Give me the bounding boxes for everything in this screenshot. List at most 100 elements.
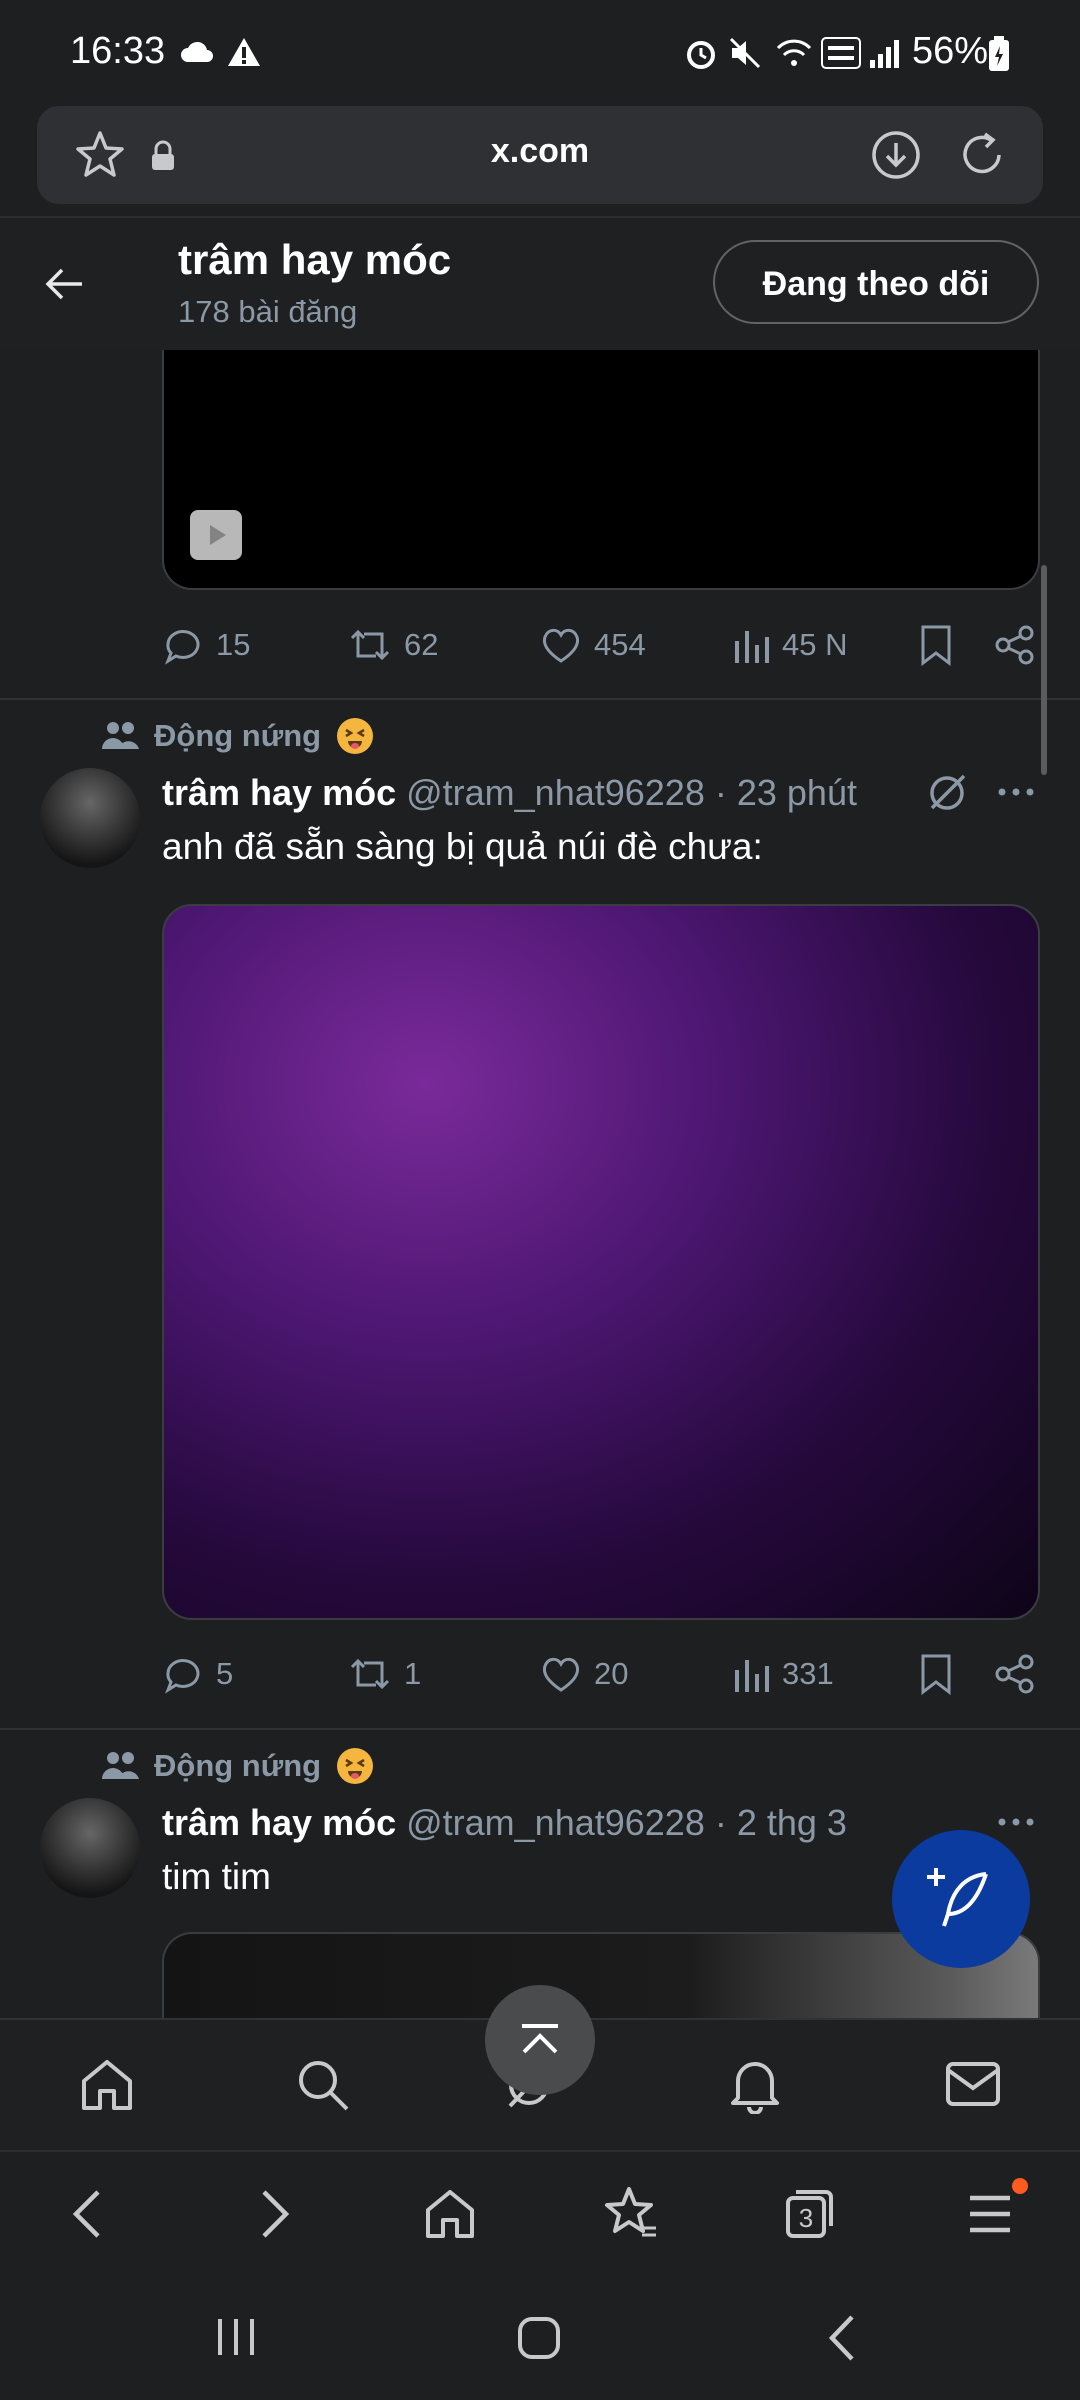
post-actions: 5 1 20 331 [162, 1644, 1040, 1704]
views-count: 45 N [782, 627, 848, 662]
reply-icon [165, 1659, 200, 1694]
like-count: 454 [594, 627, 646, 662]
bookmark-button[interactable] [918, 1644, 954, 1704]
notifications-bell-icon[interactable] [726, 2054, 784, 2114]
android-home-icon[interactable] [516, 2315, 562, 2361]
repost-button[interactable]: 1 [348, 1644, 421, 1704]
search-icon[interactable] [294, 2056, 352, 2114]
repost-icon [350, 1658, 390, 1690]
home-icon[interactable] [78, 2056, 136, 2114]
heart-icon [542, 628, 580, 663]
repost-count: 62 [404, 627, 439, 662]
like-count: 20 [594, 1656, 629, 1691]
chevron-up-icon [522, 2024, 558, 2054]
emoji-icon [337, 718, 374, 754]
play-icon[interactable] [190, 510, 242, 560]
community-icon [102, 722, 139, 749]
browser-url-bar[interactable]: x.com [37, 106, 1043, 204]
bookmark-icon [921, 625, 951, 666]
battery-percent: 56% [912, 30, 989, 72]
repost-icon [350, 629, 390, 661]
back-arrow-icon[interactable] [42, 262, 86, 306]
browser-home-icon[interactable] [422, 2186, 478, 2242]
post-time[interactable]: · 23 phút [715, 772, 857, 813]
heart-icon [542, 1657, 580, 1692]
browser-forward-icon[interactable] [252, 2186, 296, 2242]
emoji-icon [337, 1748, 374, 1784]
grok-icon[interactable] [924, 770, 970, 816]
browser-back-icon[interactable] [66, 2186, 110, 2242]
social-context[interactable]: Động nứng [100, 1746, 375, 1786]
following-button[interactable]: Đang theo dõi [713, 240, 1039, 324]
avatar[interactable] [40, 1798, 140, 1898]
reply-count: 5 [216, 1656, 234, 1691]
android-back-icon[interactable] [822, 2313, 862, 2363]
browser-toolbar: 3 [0, 2150, 1080, 2272]
browser-tabs-button[interactable]: 3 [782, 2186, 836, 2240]
status-bar: 16:33 56% [0, 0, 1080, 104]
alarm-icon [687, 41, 715, 69]
tabs-count: 3 [798, 2203, 814, 2233]
profile-post-count: 178 bài đăng [178, 294, 358, 329]
reply-button[interactable]: 15 [162, 615, 250, 675]
scrollbar[interactable] [1041, 565, 1047, 775]
post-header: trâm hay móc @tram_nhat96228 · 2 thg 3 [162, 1802, 847, 1844]
post-text: tim tim [162, 1856, 271, 1897]
post-text: anh đã sẵn sàng bị quả núi đè chưa: [162, 826, 763, 867]
post-image[interactable] [162, 904, 1040, 1620]
like-button[interactable]: 454 [540, 615, 646, 675]
wifi-icon [776, 39, 812, 66]
battery-icon [989, 36, 1009, 71]
volte-icon [821, 37, 861, 69]
share-button[interactable] [994, 1644, 1036, 1704]
signal-icon [870, 40, 899, 68]
bookmark-button[interactable] [918, 615, 954, 675]
browser-menu-icon[interactable] [966, 2190, 1014, 2238]
share-icon [995, 1654, 1034, 1694]
like-button[interactable]: 20 [540, 1644, 628, 1704]
views-icon [735, 631, 769, 663]
post-divider [0, 1728, 1080, 1730]
post-header: trâm hay móc @tram_nhat96228 · 23 phút [162, 772, 857, 814]
social-context[interactable]: Động nứng [100, 716, 375, 756]
community-name: Động nứng [154, 718, 322, 753]
more-options-icon[interactable] [996, 1810, 1036, 1834]
compose-feather-icon [927, 1868, 988, 1927]
author-handle[interactable]: @tram_nhat96228 [406, 1802, 705, 1843]
post-actions: 15 62 454 45 N [162, 615, 1040, 675]
share-icon [995, 625, 1034, 665]
community-icon [102, 1752, 139, 1779]
scroll-to-top-button[interactable] [485, 1985, 595, 2095]
reload-icon[interactable] [955, 128, 1009, 182]
author-handle[interactable]: @tram_nhat96228 [406, 772, 705, 813]
browser-bookmarks-icon[interactable] [602, 2184, 660, 2242]
repost-count: 1 [404, 1656, 422, 1691]
menu-notification-dot [1012, 2178, 1028, 2194]
profile-name: trâm hay móc [178, 236, 452, 283]
views-button[interactable]: 45 N [732, 615, 847, 675]
author-name[interactable]: trâm hay móc [162, 1802, 396, 1843]
compose-post-button[interactable] [892, 1830, 1030, 1968]
messages-mail-icon[interactable] [944, 2058, 1002, 2110]
post-divider [0, 698, 1080, 700]
post-time[interactable]: · 2 thg 3 [715, 1802, 847, 1843]
more-options-icon[interactable] [996, 780, 1036, 804]
recent-apps-icon[interactable] [214, 2315, 258, 2359]
bookmark-icon [921, 1654, 951, 1695]
mute-icon [729, 37, 761, 69]
share-button[interactable] [994, 615, 1036, 675]
views-count: 331 [782, 1656, 834, 1691]
profile-header: trâm hay móc 178 bài đăng Đang theo dõi [0, 216, 1080, 350]
reply-button[interactable]: 5 [162, 1644, 233, 1704]
reply-count: 15 [216, 627, 251, 662]
repost-button[interactable]: 62 [348, 615, 438, 675]
avatar[interactable] [40, 768, 140, 868]
views-icon [735, 1660, 769, 1692]
download-icon[interactable] [869, 128, 923, 182]
android-navigation-bar [0, 2275, 1080, 2400]
views-button[interactable]: 331 [732, 1644, 834, 1704]
community-name: Động nứng [154, 1748, 322, 1783]
author-name[interactable]: trâm hay móc [162, 772, 396, 813]
status-time: 16:33 [70, 30, 166, 72]
warning-icon [228, 38, 260, 66]
